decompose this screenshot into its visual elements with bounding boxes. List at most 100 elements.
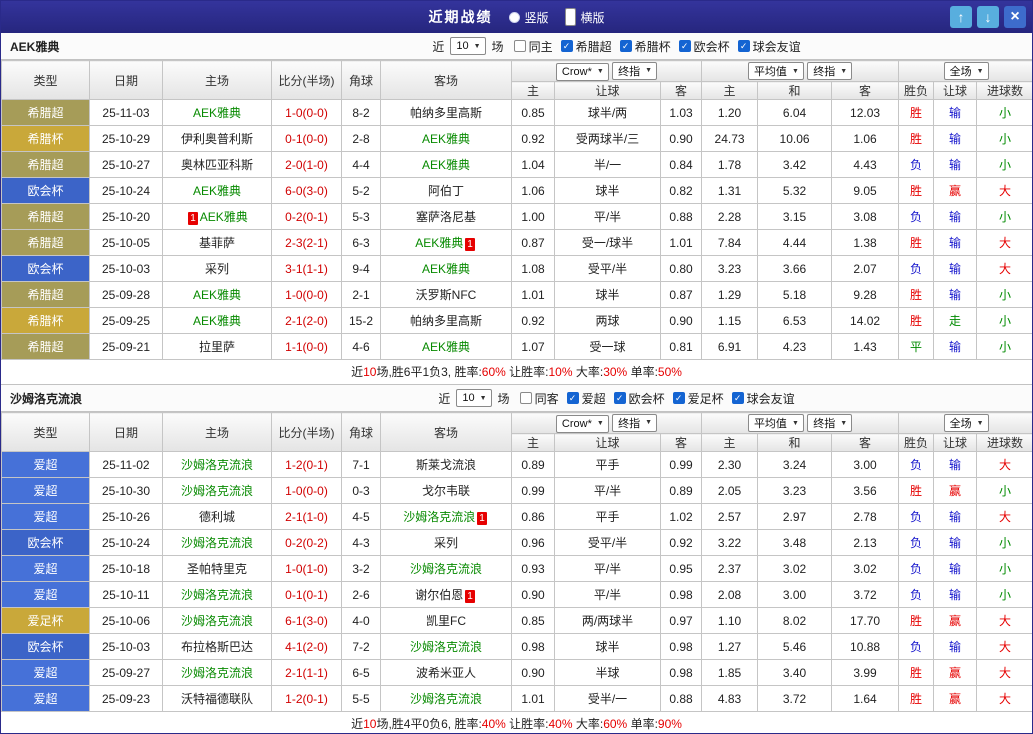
select-value: 平均值 <box>753 418 787 430</box>
scroll-down-button[interactable]: ↓ <box>977 6 999 28</box>
scroll-up-button[interactable]: ↑ <box>950 6 972 28</box>
col-euro-away: 客 <box>831 81 900 100</box>
filter-checkbox[interactable]: 同客 <box>519 390 559 407</box>
league-cell: 希腊超 <box>1 203 90 230</box>
checkbox-checked-icon[interactable]: ✓ <box>731 392 744 404</box>
result-wdl: 负 <box>898 633 935 660</box>
corner-cell: 6-5 <box>341 659 381 686</box>
result-wdl: 负 <box>898 555 935 582</box>
result-handicap: 输 <box>933 125 978 152</box>
average-select[interactable]: 平均值 ▼ <box>747 62 804 80</box>
close-button[interactable]: × <box>1004 6 1026 28</box>
col-euro-away: 客 <box>831 433 900 452</box>
col-home: 主场 <box>162 412 272 452</box>
index-type-select[interactable]: 终指 ▼ <box>807 62 853 80</box>
checkbox-unchecked-icon[interactable] <box>519 392 532 404</box>
handicap-home-odds: 0.87 <box>511 229 555 256</box>
checkbox-checked-icon[interactable]: ✓ <box>566 392 579 404</box>
summary-segment: 让胜率: <box>505 717 549 731</box>
result-goals: 小 <box>976 125 1032 152</box>
scope-select[interactable]: 全场 ▼ <box>943 414 989 432</box>
radio-icon[interactable] <box>508 11 520 23</box>
radio-icon[interactable] <box>564 8 576 26</box>
checkbox-checked-icon[interactable]: ✓ <box>560 40 573 52</box>
red-card-badge: 1 <box>188 212 198 225</box>
handicap-line: 半/一 <box>554 151 661 178</box>
corner-cell: 7-1 <box>341 451 381 478</box>
handicap-away-odds: 0.92 <box>659 529 703 556</box>
handicap-line: 平/半 <box>554 203 661 230</box>
bookmaker-select[interactable]: Crow* ▼ <box>555 414 609 433</box>
match-count-select[interactable]: 10 ▼ <box>450 37 486 55</box>
filter-checkbox[interactable]: ✓ 欧会杯 <box>613 390 665 407</box>
date-cell: 25-10-03 <box>89 633 163 660</box>
euro-home-odds: 4.83 <box>701 685 759 712</box>
handicap-home-odds: 0.86 <box>511 503 555 530</box>
result-wdl: 胜 <box>898 659 935 686</box>
handicap-away-odds: 0.90 <box>659 125 703 152</box>
col-score: 比分(半场) <box>271 60 342 100</box>
results-body: 爱超 25-11-02 沙姆洛克流浪 1-2(0-1) 7-1 斯莱戈流浪 0.89 平手 0.… <box>1 451 1032 712</box>
match-row: 希腊超 25-10-20 1 AEK雅典 0-2(0-1) 5-3 塞萨洛尼基 1.00 平/半… <box>1 203 1032 230</box>
handicap-line: 受平/半 <box>554 255 661 282</box>
league-cell: 欧会杯 <box>1 255 90 282</box>
handicap-group-header: Crow* ▼ 终指 ▼ <box>510 412 703 434</box>
filter-checkbox[interactable]: ✓ 爱足杯 <box>672 390 724 407</box>
away-team-cell: AEK雅典 <box>380 333 512 360</box>
handicap-home-odds: 1.01 <box>511 281 555 308</box>
checkbox-checked-icon[interactable]: ✓ <box>613 392 626 404</box>
result-wdl: 胜 <box>898 281 935 308</box>
checkbox-checked-icon[interactable]: ✓ <box>737 40 750 52</box>
layout-radio-vertical[interactable]: 竖版 <box>508 9 549 26</box>
filter-checkbox[interactable]: ✓ 希腊杯 <box>619 38 671 55</box>
handicap-home-odds: 1.00 <box>511 203 555 230</box>
result-handicap: 输 <box>933 281 978 308</box>
index-type-select[interactable]: 终指 ▼ <box>612 61 658 80</box>
bookmaker-select[interactable]: Crow* ▼ <box>555 62 609 81</box>
result-goals: 大 <box>976 255 1032 282</box>
result-wdl: 胜 <box>898 307 935 334</box>
filter-checkbox[interactable]: ✓ 球会友谊 <box>731 390 795 407</box>
result-handicap: 输 <box>933 633 978 660</box>
result-goals: 大 <box>976 685 1032 712</box>
index-type-select[interactable]: 终指 ▼ <box>807 414 853 432</box>
summary-segment: 场,胜4平0负6, 胜率: <box>376 717 482 731</box>
chevron-down-icon: ▼ <box>645 419 653 426</box>
handicap-line: 受一球 <box>554 333 661 360</box>
league-cell: 欧会杯 <box>1 529 90 556</box>
checkbox-checked-icon[interactable]: ✓ <box>672 392 685 404</box>
filter-checkbox[interactable]: 同主 <box>513 38 553 55</box>
away-team-cell: AEK雅典 <box>380 255 512 282</box>
layout-radio-horizontal[interactable]: 横版 <box>564 8 605 26</box>
checkbox-checked-icon[interactable]: ✓ <box>619 40 632 52</box>
checkbox-unchecked-icon[interactable] <box>513 40 526 52</box>
select-value: Crow* <box>561 65 592 78</box>
handicap-line: 受平/半 <box>554 529 661 556</box>
col-euro-home: 主 <box>701 81 759 100</box>
match-count-select[interactable]: 10 ▼ <box>456 389 492 407</box>
corner-cell: 5-5 <box>341 685 381 712</box>
score-cell: 1-0(1-0) <box>271 555 342 582</box>
summary-text: 近10场,胜4平0负6, 胜率:40% 让胜率:40% 大率:60% 单率:90… <box>1 712 1032 733</box>
handicap-home-odds: 0.99 <box>511 477 555 504</box>
col-result-handicap: 让球 <box>933 81 978 100</box>
checkbox-checked-icon[interactable]: ✓ <box>678 40 691 52</box>
match-row: 希腊杯 25-09-25 AEK雅典 2-1(2-0) 15-2 帕纳多里高斯 0.92 两球… <box>1 307 1032 334</box>
home-team-cell: 1 AEK雅典 <box>162 203 272 230</box>
filter-checkbox[interactable]: ✓ 希腊超 <box>560 38 612 55</box>
result-handicap: 输 <box>933 503 978 530</box>
average-select[interactable]: 平均值 ▼ <box>747 414 804 432</box>
score-cell: 2-1(1-1) <box>271 659 342 686</box>
scope-select[interactable]: 全场 ▼ <box>943 62 989 80</box>
index-type-select[interactable]: 终指 ▼ <box>612 413 658 432</box>
result-wdl: 胜 <box>898 607 935 634</box>
away-team-cell: 斯莱戈流浪 <box>380 451 512 478</box>
home-team-cell: 沙姆洛克流浪 <box>162 581 272 608</box>
filter-checkbox[interactable]: ✓ 爱超 <box>566 390 606 407</box>
league-cell: 爱超 <box>1 555 90 582</box>
filter-checkbox[interactable]: ✓ 球会友谊 <box>737 38 801 55</box>
filter-checkbox[interactable]: ✓ 欧会杯 <box>678 38 730 55</box>
match-row: 爱足杯 25-10-06 沙姆洛克流浪 6-1(3-0) 4-0 凯里FC 0.85 两/两球… <box>1 607 1032 634</box>
titlebar: 近期战绩 竖版 横版 ↑ ↓ × <box>1 1 1032 33</box>
league-cell: 希腊超 <box>1 333 90 360</box>
